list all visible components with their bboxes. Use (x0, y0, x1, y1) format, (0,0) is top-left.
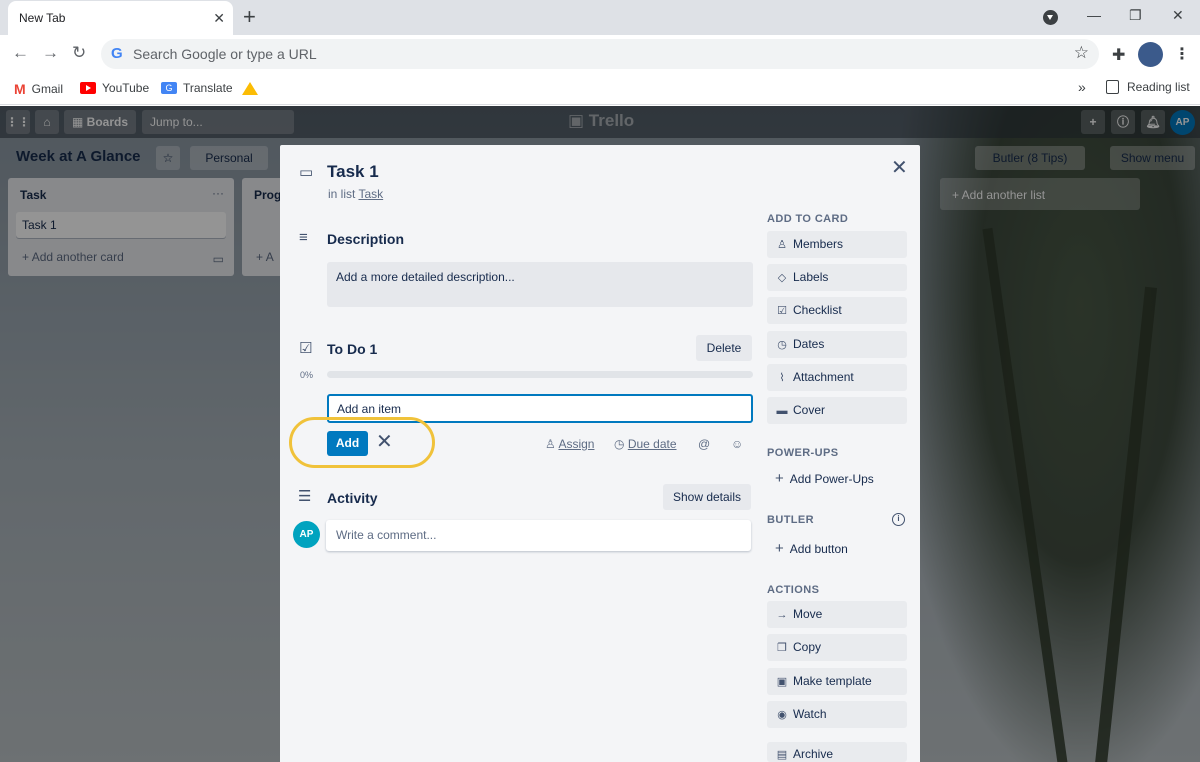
reading-list-icon (1106, 80, 1119, 94)
assign-button[interactable]: ♙ Assign (545, 437, 594, 451)
copy-icon: ❐ (777, 642, 787, 654)
user-avatar[interactable]: AP (293, 521, 320, 548)
address-bar[interactable]: G Search Google or type a URL ☆ (101, 39, 1099, 69)
youtube-icon (80, 82, 96, 94)
reading-list-button[interactable]: Reading list (1106, 80, 1190, 94)
progress-percent: 0% (300, 370, 314, 380)
tab-title: New Tab (19, 11, 66, 25)
info-icon[interactable]: i (892, 513, 905, 526)
watch-button[interactable]: ◉ Watch (767, 701, 907, 728)
due-date-button[interactable]: ◷ Due date (614, 437, 677, 451)
eye-icon: ◉ (777, 709, 787, 721)
paperclip-icon: ⌇ (779, 372, 785, 384)
person-icon: ♙ (777, 239, 787, 251)
list-link[interactable]: Task (358, 187, 383, 201)
bookmarks-bar: M Gmail YouTube G Translate » Reading li… (0, 73, 1200, 105)
in-list-text: in list Task (328, 187, 384, 201)
archive-button[interactable]: ▤ Archive (767, 742, 907, 762)
mention-icon[interactable]: @ (698, 437, 710, 451)
bookmark-youtube[interactable]: YouTube (80, 81, 149, 95)
comment-input[interactable]: Write a comment... (326, 520, 751, 551)
move-button[interactable]: → Move (767, 601, 907, 628)
checklist-progress-bar (327, 371, 753, 378)
description-heading: Description (327, 231, 405, 247)
bookmark-gmail[interactable]: M Gmail (14, 81, 63, 97)
description-icon: ≡ (299, 229, 308, 246)
card-detail-modal: ▭ Task 1 in list Task ✕ ≡ Description Ad… (280, 145, 920, 762)
restore-icon[interactable]: ❐ (1129, 7, 1142, 24)
card-title[interactable]: Task 1 (327, 162, 379, 182)
clock-icon: ◷ (777, 339, 787, 351)
chrome-menu-icon[interactable]: ⋮ (1174, 44, 1190, 64)
members-button[interactable]: ♙ Members (767, 231, 907, 258)
powerups-heading: POWER-UPS (767, 447, 839, 459)
make-template-button[interactable]: ▣ Make template (767, 668, 907, 695)
google-icon: G (111, 45, 123, 62)
new-tab-icon[interactable]: + (243, 4, 256, 30)
close-modal-icon[interactable]: ✕ (891, 155, 908, 180)
bookmark-translate[interactable]: G Translate (161, 81, 233, 95)
extensions-icon[interactable]: ✚ (1112, 45, 1125, 65)
dates-button[interactable]: ◷ Dates (767, 331, 907, 358)
copy-button[interactable]: ❐ Copy (767, 634, 907, 661)
checklist-button[interactable]: ☑ Checklist (767, 297, 907, 324)
cover-button[interactable]: ▬ Cover (767, 397, 907, 424)
checkbox-icon: ☑ (777, 305, 787, 317)
card-icon: ▭ (299, 164, 314, 181)
address-placeholder: Search Google or type a URL (133, 46, 317, 62)
profile-avatar[interactable] (1138, 42, 1163, 67)
reload-icon[interactable]: ↻ (72, 43, 86, 63)
description-field[interactable]: Add a more detailed description... (327, 262, 753, 307)
show-details-button[interactable]: Show details (663, 484, 751, 510)
tab-close-icon[interactable]: ✕ (213, 10, 225, 27)
forward-icon[interactable]: → (42, 43, 59, 63)
cover-icon: ▬ (776, 405, 788, 417)
plus-icon: + (775, 540, 784, 557)
highlight-annotation (289, 417, 435, 468)
add-powerups-button[interactable]: + Add Power-Ups (775, 470, 874, 487)
chrome-profile-menu-icon[interactable] (1043, 10, 1058, 25)
plus-icon: + (775, 470, 784, 487)
activity-heading: Activity (327, 490, 378, 506)
bookmarks-overflow[interactable]: » (1078, 79, 1086, 95)
arrow-right-icon: → (776, 609, 788, 621)
add-to-card-heading: ADD TO CARD (767, 213, 849, 225)
label-icon: ◇ (777, 272, 787, 284)
gmail-icon: M (14, 81, 26, 97)
checklist-title[interactable]: To Do 1 (327, 341, 377, 357)
emoji-icon[interactable]: ☺ (731, 437, 743, 451)
browser-tab[interactable]: New Tab ✕ (8, 1, 233, 35)
back-icon[interactable]: ← (12, 43, 29, 63)
browser-tabstrip: New Tab ✕ + — ❐ ✕ (0, 0, 1200, 35)
translate-icon: G (161, 82, 177, 94)
activity-icon: ☰ (298, 488, 312, 505)
labels-button[interactable]: ◇ Labels (767, 264, 907, 291)
delete-checklist-button[interactable]: Delete (696, 335, 752, 361)
archive-icon: ▤ (776, 749, 788, 761)
bookmark-drive[interactable] (242, 82, 258, 95)
browser-toolbar: ← → ↻ G Search Google or type a URL ☆ ✚ … (0, 35, 1200, 73)
checklist-icon: ☑ (299, 340, 313, 357)
actions-heading: ACTIONS (767, 584, 820, 596)
attachment-button[interactable]: ⌇ Attachment (767, 364, 907, 391)
bookmark-star-icon[interactable]: ☆ (1074, 43, 1089, 63)
butler-heading: BUTLER (767, 514, 815, 526)
google-drive-icon (242, 82, 258, 95)
minimize-icon[interactable]: — (1087, 7, 1101, 23)
window-close-icon[interactable]: ✕ (1172, 7, 1184, 24)
template-icon: ▣ (776, 676, 788, 688)
add-butler-button[interactable]: + Add button (775, 540, 848, 557)
